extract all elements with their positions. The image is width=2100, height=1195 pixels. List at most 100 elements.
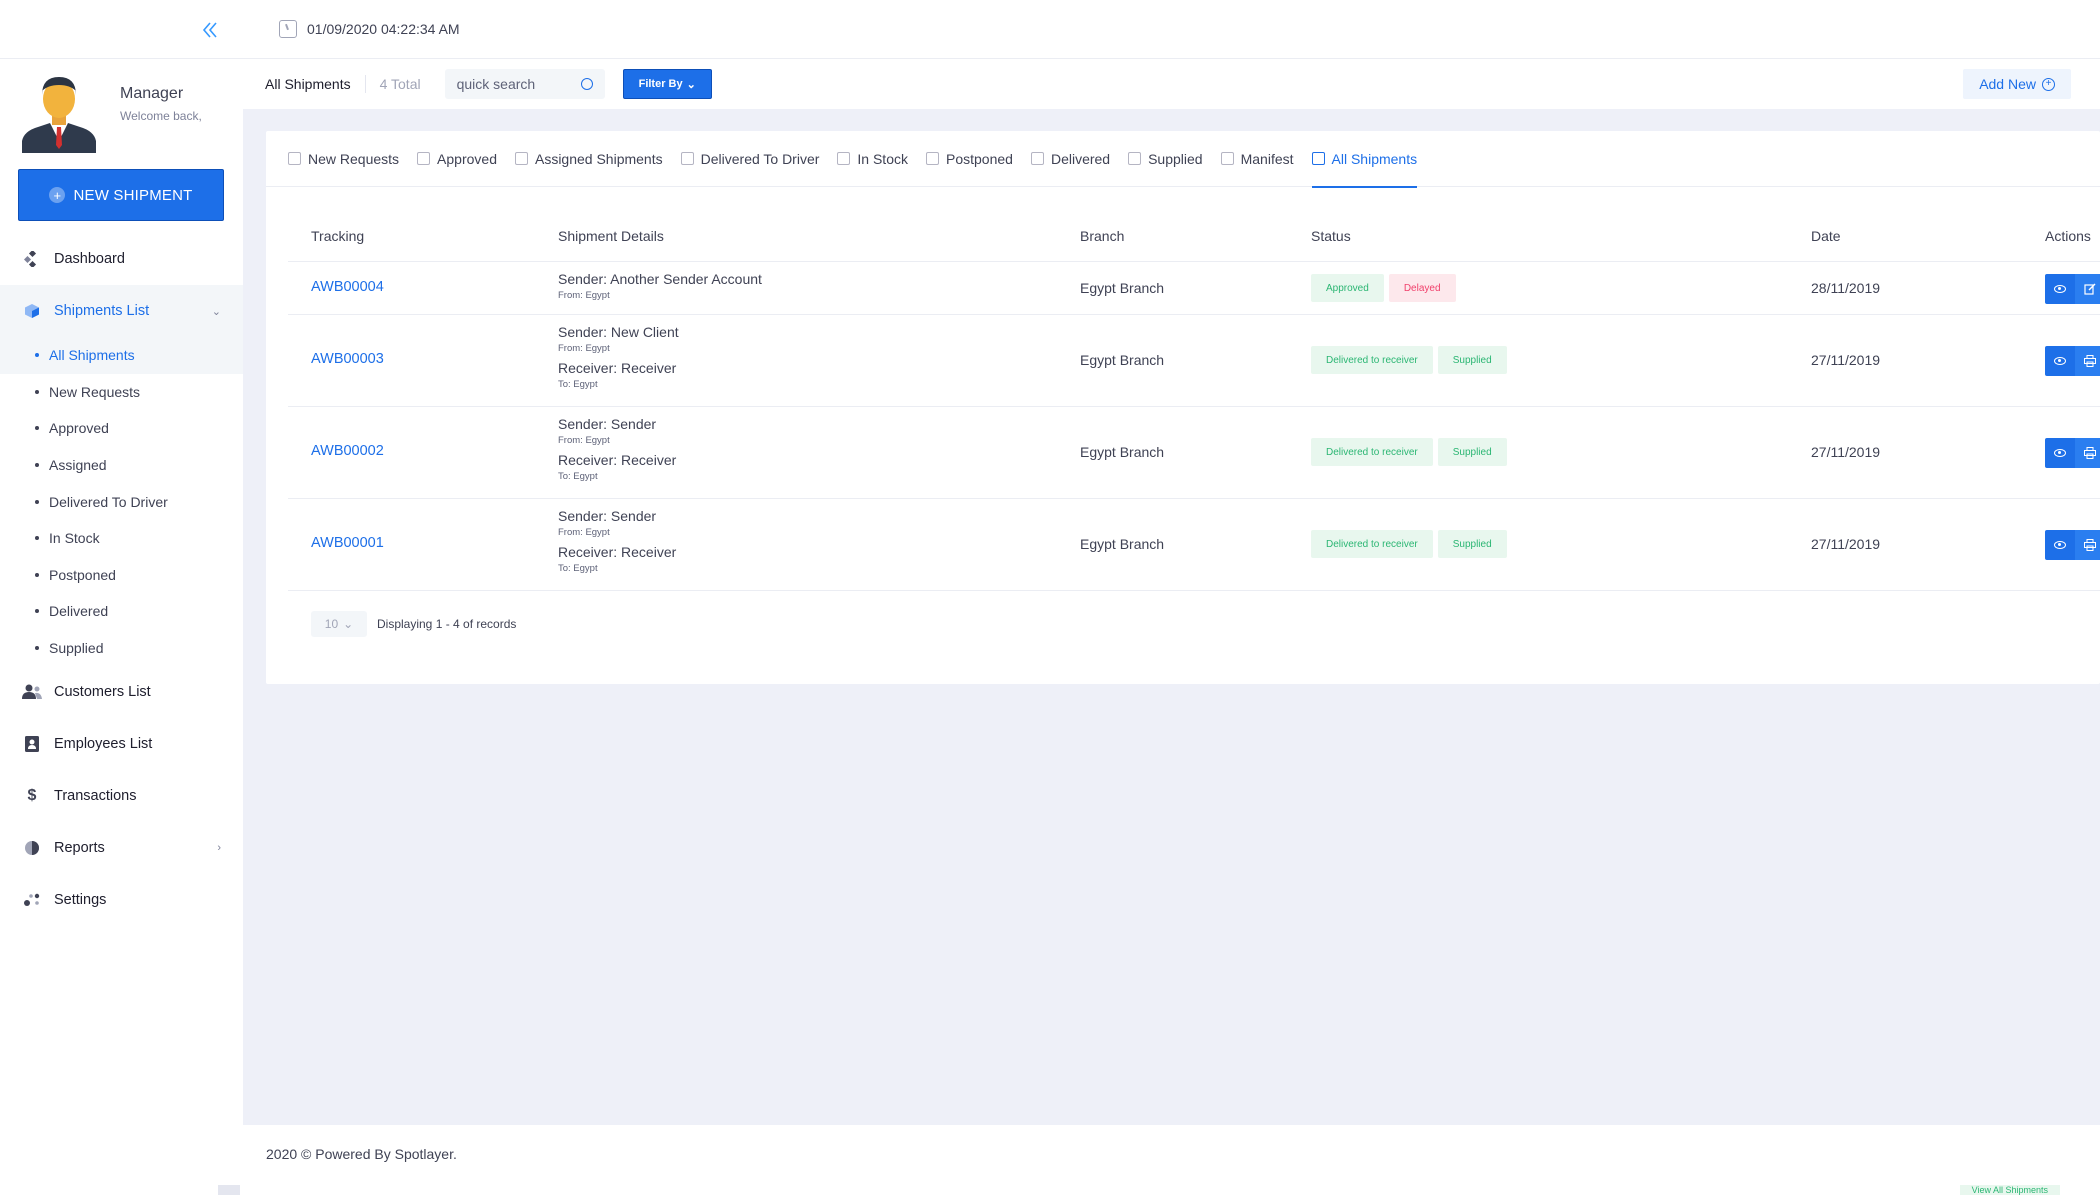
edit-button[interactable]	[2075, 274, 2100, 304]
tab-assigned-shipments[interactable]: Assigned Shipments	[514, 131, 663, 187]
tab-label: Approved	[437, 150, 497, 167]
print-icon	[2084, 447, 2096, 459]
print-button[interactable]	[2075, 346, 2100, 376]
subitem-in-stock[interactable]: In Stock	[0, 520, 243, 557]
sender-text: Sender: New Client	[558, 324, 679, 340]
tab-in-stock[interactable]: In Stock	[837, 131, 908, 187]
bullet-icon	[35, 353, 39, 358]
tab-delivered[interactable]: Delivered	[1030, 131, 1111, 187]
sender-text: Sender: Another Sender Account	[558, 271, 762, 287]
tracking-link[interactable]: AWB00002	[311, 443, 384, 459]
dashboard-icon	[22, 249, 42, 269]
users-icon	[22, 682, 42, 702]
quick-search	[444, 69, 605, 99]
bullet-icon	[35, 463, 39, 468]
eye-icon	[2054, 449, 2066, 457]
status-cell: Approved Delayed	[1311, 274, 1456, 302]
sidebar-item-reports[interactable]: Reports ›	[0, 822, 243, 874]
subitem-delivered-to-driver[interactable]: Delivered To Driver	[0, 483, 243, 520]
tab-all-shipments[interactable]: All Shipments	[1311, 131, 1417, 188]
sidebar-item-label: Settings	[54, 892, 107, 909]
status-badge: Approved	[1311, 274, 1384, 302]
print-button[interactable]	[2075, 438, 2100, 468]
shipments-card: New Requests Approved Assigned Shipments…	[266, 131, 2100, 684]
shipment-details: Sender: New Client From: Egypt Receiver:…	[558, 323, 679, 395]
bullet-icon	[35, 536, 39, 541]
view-button[interactable]	[2045, 274, 2075, 304]
status-tabs: New Requests Approved Assigned Shipments…	[266, 131, 2100, 188]
print-icon	[2084, 355, 2096, 367]
subitem-label: In Stock	[49, 530, 100, 547]
page-size-select[interactable]: 10 ⌄	[311, 611, 367, 637]
subitem-delivered[interactable]: Delivered	[0, 593, 243, 630]
date-cell: 27/11/2019	[1811, 352, 1881, 368]
tab-postponed[interactable]: Postponed	[926, 131, 1013, 187]
view-button[interactable]	[2045, 346, 2075, 376]
sidebar-item-dashboard[interactable]: Dashboard	[0, 233, 243, 285]
print-button[interactable]	[2075, 530, 2100, 560]
profile-name: Manager	[120, 85, 184, 102]
row-actions	[2045, 438, 2100, 468]
shipment-details: Sender: Sender From: Egypt Receiver: Rec…	[558, 415, 676, 487]
subitem-assigned[interactable]: Assigned	[0, 447, 243, 484]
sidebar-scrollbar[interactable]	[218, 1185, 240, 1195]
collapse-sidebar-icon[interactable]	[198, 18, 222, 42]
view-button[interactable]	[2045, 530, 2075, 560]
avatar	[22, 77, 96, 153]
column-header-date[interactable]: Date	[1811, 228, 1841, 244]
sidebar-item-shipments-list[interactable]: Shipments List ⌄	[0, 285, 243, 337]
footer-copyright: 2020 © Powered By Spotlayer.	[266, 1146, 457, 1162]
cube-icon	[22, 301, 42, 321]
column-header-tracking[interactable]: Tracking	[311, 228, 364, 244]
tab-supplied[interactable]: Supplied	[1128, 131, 1203, 187]
edit-icon	[2084, 283, 2096, 295]
sidebar-item-label: Transactions	[54, 788, 137, 805]
sidebar-item-customers-list[interactable]: Customers List	[0, 666, 243, 718]
table-row: AWB00001 Sender: Sender From: Egypt Rece…	[288, 499, 2100, 591]
sidebar-item-transactions[interactable]: $ Transactions	[0, 770, 243, 822]
tab-label: Delivered	[1050, 150, 1111, 167]
view-button[interactable]	[2045, 438, 2075, 468]
search-icon[interactable]	[580, 78, 593, 90]
eye-icon	[2054, 285, 2066, 293]
column-header-details[interactable]: Shipment Details	[558, 228, 664, 244]
subitem-label: Assigned	[49, 457, 107, 474]
tab-approved[interactable]: Approved	[417, 131, 497, 187]
add-new-button[interactable]: Add New +	[1963, 69, 2071, 99]
sidebar-item-employees-list[interactable]: Employees List	[0, 718, 243, 770]
subitem-new-requests[interactable]: New Requests	[0, 374, 243, 411]
tracking-link[interactable]: AWB00003	[311, 351, 384, 367]
status-cell: Delivered to receiver Supplied	[1311, 346, 1507, 374]
plus-icon: +	[49, 187, 66, 203]
column-header-status[interactable]: Status	[1311, 228, 1351, 244]
tracking-link[interactable]: AWB00001	[311, 535, 384, 551]
new-shipment-button[interactable]: + NEW SHIPMENT	[18, 169, 224, 221]
tab-manifest[interactable]: Manifest	[1220, 131, 1294, 187]
view-all-shipments-link[interactable]: View All Shipments	[1959, 1185, 2060, 1195]
subitem-supplied[interactable]: Supplied	[0, 630, 243, 667]
subitem-postponed[interactable]: Postponed	[0, 557, 243, 594]
pagination: 10 ⌄ Displaying 1 - 4 of records	[311, 611, 516, 637]
sidebar: Manager Welcome back, + NEW SHIPMENT Das…	[0, 0, 243, 1195]
search-input[interactable]	[456, 76, 567, 92]
status-cell: Delivered to receiver Supplied	[1311, 438, 1507, 466]
dollar-icon: $	[27, 787, 37, 805]
subitem-approved[interactable]: Approved	[0, 410, 243, 447]
contact-card-icon	[22, 734, 42, 754]
tab-new-requests[interactable]: New Requests	[288, 131, 399, 187]
sidebar-item-settings[interactable]: Settings	[0, 874, 243, 926]
pie-chart-icon	[22, 838, 42, 858]
sidebar-header	[0, 0, 243, 59]
subitem-label: Delivered To Driver	[49, 493, 168, 510]
tracking-link[interactable]: AWB00004	[311, 279, 384, 295]
subitem-all-shipments[interactable]: All Shipments	[0, 337, 243, 374]
tab-delivered-to-driver[interactable]: Delivered To Driver	[680, 131, 819, 187]
sidebar-item-label: Reports	[54, 840, 105, 857]
status-badge: Delivered to receiver	[1311, 438, 1433, 466]
filter-by-button[interactable]: Filter By ⌄	[622, 69, 712, 99]
page-title: All Shipments	[265, 76, 351, 92]
to-text: To: Egypt	[558, 471, 598, 482]
bell-icon	[288, 152, 301, 165]
sender-text: Sender: Sender	[558, 508, 657, 524]
column-header-branch[interactable]: Branch	[1080, 228, 1124, 244]
